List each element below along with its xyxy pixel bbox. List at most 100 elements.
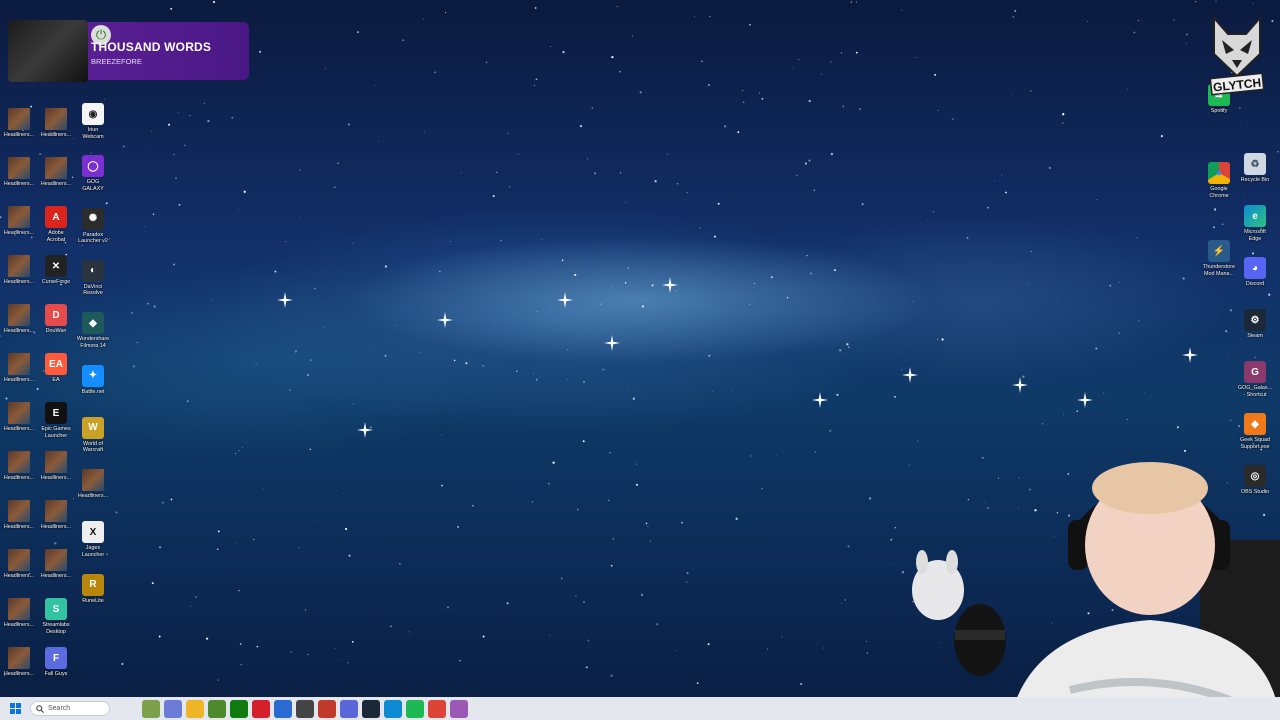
game-thumbnail [8, 157, 30, 179]
sparkle-star [812, 392, 828, 408]
desktop-icon-game-thumbnail[interactable]: Headliners... [74, 469, 112, 500]
taskbar-edge-icon[interactable] [384, 699, 402, 718]
desktop-icon-game-thumbnail[interactable]: Headliners... [0, 206, 38, 237]
desktop-icon-filmora[interactable]: ◆ Wondershare Filmora 14 [74, 312, 112, 349]
desktop-icon-steam[interactable]: ⚙ Steam [1236, 309, 1274, 340]
desktop-icon-game-thumbnail[interactable]: Headliners... [0, 402, 38, 433]
desktop-icon-epic-games[interactable]: E Epic Games Launcher [37, 402, 75, 439]
star [447, 606, 449, 609]
desktop-icon-label: Spotify [1210, 108, 1228, 114]
taskbar-file-explorer-icon[interactable] [186, 699, 204, 718]
star [786, 296, 789, 299]
star [170, 7, 173, 10]
desktop-icon-acrobat[interactable]: A Adobe Acrobat [37, 206, 75, 243]
star [507, 132, 509, 135]
star [830, 152, 834, 156]
star [800, 683, 803, 686]
search-placeholder: Search [48, 705, 71, 712]
desktop-icon-gog-shortcut[interactable]: G GOG_Galax... - Shortcut [1236, 361, 1274, 398]
desktop-icon-jagex[interactable]: X Jagex Launcher [74, 521, 112, 558]
desktop-icon-game-thumbnail[interactable]: Headliners... [0, 500, 38, 531]
desktop-icon-game-thumbnail[interactable]: Headliners... [0, 647, 38, 678]
taskbar-minecraft-icon[interactable] [208, 699, 226, 718]
star [158, 635, 161, 638]
star [314, 288, 316, 290]
desktop-icon-game-thumbnail[interactable]: Headliners... [37, 108, 75, 139]
desktop-icon-label: Discord [1245, 281, 1265, 287]
taskbar-copilot-icon[interactable] [164, 699, 182, 718]
desktop-icon-ea[interactable]: EA EA [37, 353, 75, 384]
star [217, 530, 220, 533]
star [1138, 320, 1140, 322]
desktop-icon-webcam[interactable]: ◉ Iriun Webcam [74, 103, 112, 140]
taskbar-game-icon[interactable] [318, 699, 336, 718]
star [1014, 9, 1017, 12]
star [1096, 199, 1098, 201]
star [667, 153, 668, 155]
desktop-icon-game-thumbnail[interactable]: Headliners... [37, 451, 75, 482]
desktop-icon-game-thumbnail[interactable]: Headliners... [0, 255, 38, 286]
star [238, 209, 239, 211]
desktop-icon-game-thumbnail[interactable]: Headliners... [0, 304, 38, 335]
desktop-icon-discord[interactable]: ◕ Discord [1236, 257, 1274, 288]
desktop-icon-game-thumbnail[interactable]: Headliners... [37, 549, 75, 580]
desktop-icon-gog[interactable]: ◯ GOG GALAXY [74, 155, 112, 192]
star [951, 118, 954, 121]
taskbar-store-icon[interactable] [274, 699, 292, 718]
taskbar-chrome-icon[interactable] [428, 699, 446, 718]
desktop-icon-battlenet[interactable]: ✦ Battle.net [74, 364, 112, 396]
desktop-icon-douwan[interactable]: D DouWan [37, 304, 75, 335]
taskbar-spotify-icon[interactable] [406, 699, 424, 718]
desktop-icon-game-thumbnail[interactable]: Headliners... [0, 451, 38, 482]
taskbar-streaming-app-icon[interactable] [450, 699, 468, 718]
desktop-icon-game-thumbnail[interactable]: Headliners... [0, 108, 38, 139]
game-thumbnail [8, 647, 30, 669]
desktop-icon-geek-squad[interactable]: ◆ Geek Squad Support.exe [1236, 413, 1274, 450]
star [36, 388, 39, 390]
taskbar-steam-icon[interactable] [362, 699, 380, 718]
desktop-icon-fall-guys[interactable]: F Fall Guys [37, 647, 75, 678]
star [1225, 330, 1228, 333]
desktop-icon-game-thumbnail[interactable]: Headliners... [37, 500, 75, 531]
star [207, 120, 210, 123]
star [1127, 88, 1128, 90]
taskbar-app-icon[interactable] [296, 699, 314, 718]
star [356, 31, 359, 34]
taskbar-browser-icon[interactable] [340, 699, 358, 718]
star [987, 206, 989, 209]
taskbar-search-box[interactable]: Search [30, 701, 110, 716]
taskbar-adobe-icon[interactable] [252, 699, 270, 718]
desktop-icon-paradox[interactable]: ✺ Paradox Launcher v2 [74, 207, 112, 245]
desktop-icon-chrome[interactable]: ● Google Chrome [1200, 162, 1238, 199]
star [263, 488, 265, 490]
desktop-icon-runelite[interactable]: R RuneLite [74, 573, 112, 605]
star [574, 273, 577, 276]
star [724, 125, 727, 128]
desktop-icon-game-thumbnail[interactable]: Headliners... [0, 549, 38, 580]
chrome-icon: ● [1208, 162, 1230, 184]
desktop-icon-label: Streamlabs Desktop [42, 622, 70, 635]
desktop-icon-label: Headliners... [40, 132, 72, 138]
star [619, 172, 622, 174]
glytch-logo: GLYTCH [1208, 14, 1266, 106]
star [775, 455, 777, 456]
jagex-icon: X [82, 521, 104, 544]
desktop-icon-edge[interactable]: e Microsoft Edge [1236, 205, 1274, 242]
desktop-icon-streamlabs[interactable]: S Streamlabs Desktop [37, 598, 75, 635]
taskbar-xbox-icon[interactable] [230, 699, 248, 718]
desktop-icon-thunderstore[interactable]: ⚡ Thunderstore Mod Mana... [1200, 240, 1238, 277]
taskbar-frog-widget-icon[interactable] [142, 699, 160, 718]
desktop-icon-game-thumbnail[interactable]: Headliners... [0, 353, 38, 384]
desktop-icon-game-thumbnail[interactable]: Headliners... [0, 598, 38, 629]
star [285, 241, 287, 243]
star [1001, 174, 1003, 176]
desktop-icon-game-thumbnail[interactable]: Headliners... [37, 157, 75, 188]
desktop-icon-recycle-bin[interactable]: ♻ Recycle Bin [1236, 153, 1274, 184]
desktop-icon-wow[interactable]: W World of Warcraft [74, 416, 112, 454]
desktop-icon-curseforge[interactable]: ✕ CurseForge [37, 255, 75, 286]
desktop-icon-davinci[interactable]: ◐ DaVinci Resolve [74, 259, 112, 297]
star [804, 162, 807, 165]
desktop-icon-game-thumbnail[interactable]: Headliners... [0, 157, 38, 188]
start-button[interactable] [0, 697, 30, 720]
now-playing-widget[interactable]: ⏻ THOUSAND WORDS BREEZEFORE [8, 20, 249, 82]
